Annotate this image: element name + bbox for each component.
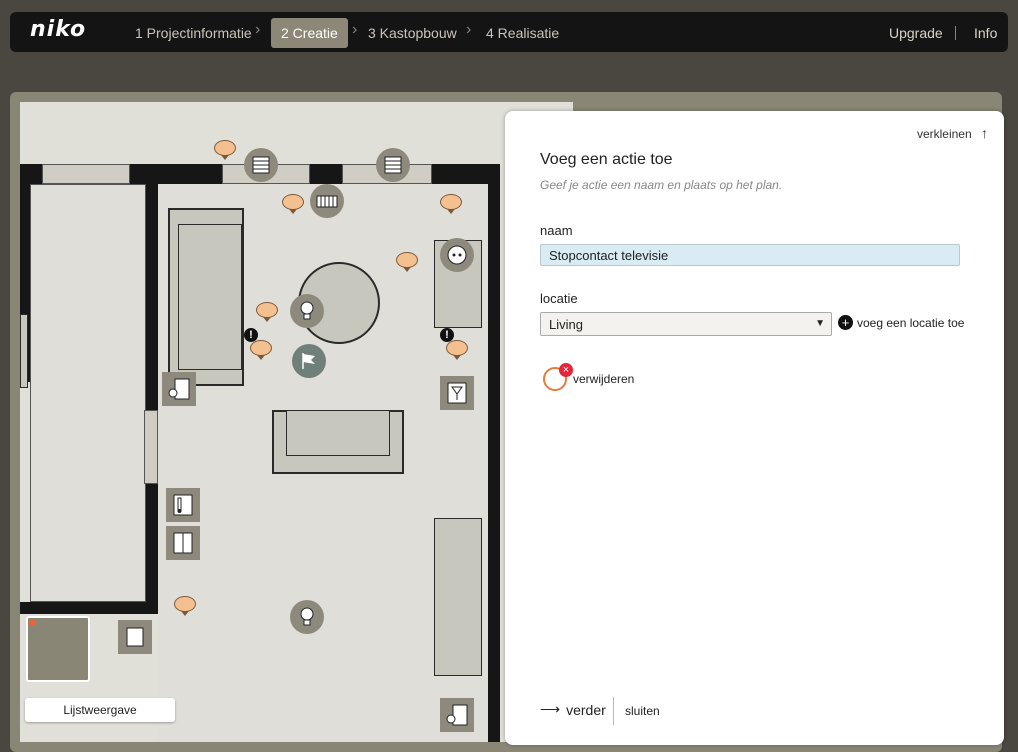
floor-plan[interactable]: ! ! [20, 102, 573, 742]
chevron-right-icon: › [255, 21, 261, 38]
double-switch-icon[interactable] [166, 526, 200, 560]
list-view-button[interactable]: Lijstweergave [25, 698, 175, 722]
add-action-panel: verkleinen ↑ Voeg een actie toe Geef je … [505, 111, 1004, 745]
location-value: Living [549, 317, 583, 332]
door [20, 314, 28, 388]
arrow-up-icon: ↑ [981, 125, 988, 141]
top-navigation-bar: niko 1 Projectinformatie › 2 Creatie › 3… [10, 12, 1008, 52]
panel-subtitle: Geef je actie een naam en plaats op het … [540, 178, 783, 192]
close-icon: × [559, 363, 573, 377]
next-label: verder [566, 701, 606, 718]
comment-bubble-icon[interactable] [396, 252, 418, 272]
sofa-seat [178, 224, 242, 370]
thermostat-icon[interactable] [166, 488, 200, 522]
step-kastopbouw[interactable]: 3 Kastopbouw [358, 18, 467, 48]
minimap-thumbnail[interactable] [26, 616, 90, 682]
info-link[interactable]: Info [974, 18, 997, 48]
location-label: locatie [540, 291, 578, 306]
blinds-icon[interactable] [376, 148, 410, 182]
panel-title: Voeg een actie toe [540, 151, 673, 168]
divider [955, 26, 956, 40]
switch-light-icon[interactable] [440, 698, 474, 732]
next-button[interactable]: ⟶ verder [540, 701, 606, 718]
plus-icon: + [838, 315, 853, 330]
comment-bubble-icon[interactable] [446, 340, 468, 360]
radiator-icon[interactable] [310, 184, 344, 218]
upgrade-link[interactable]: Upgrade [889, 18, 943, 48]
name-label: naam [540, 223, 573, 238]
comment-bubble-icon[interactable] [214, 140, 236, 160]
minimap-marker [30, 620, 36, 626]
divider [613, 697, 614, 725]
left-room [30, 184, 146, 602]
comment-bubble-icon[interactable] [282, 194, 304, 214]
warning-icon[interactable]: ! [244, 328, 258, 342]
location-select[interactable]: Living ▼ [540, 312, 832, 336]
collapse-label: verkleinen [916, 127, 972, 141]
comment-bubble-icon[interactable] [174, 596, 196, 616]
name-input[interactable]: Stopcontact televisie [540, 244, 960, 266]
single-switch-icon[interactable] [118, 620, 152, 654]
niko-logo[interactable]: niko [30, 17, 86, 42]
blinds-icon[interactable] [244, 148, 278, 182]
flag-icon[interactable] [292, 344, 326, 378]
comment-bubble-icon[interactable] [256, 302, 278, 322]
cabinet [434, 518, 482, 676]
remove-icon: × [543, 363, 573, 391]
wall [146, 164, 158, 614]
add-location-label: voeg een locatie toe [857, 315, 965, 330]
light-bulb-icon[interactable] [290, 294, 324, 328]
close-button[interactable]: sluiten [625, 704, 660, 718]
comment-bubble-icon[interactable] [250, 340, 272, 360]
warning-icon[interactable]: ! [440, 328, 454, 342]
chevron-down-icon: ▼ [815, 318, 825, 329]
light-bulb-icon[interactable] [290, 600, 324, 634]
step-projectinformatie[interactable]: 1 Projectinformatie [125, 18, 262, 48]
window [42, 164, 130, 184]
comment-bubble-icon[interactable] [440, 194, 462, 214]
collapse-button[interactable]: verkleinen ↑ [917, 125, 988, 141]
door [144, 410, 158, 484]
add-location-button[interactable]: + voeg een locatie toe [838, 315, 964, 330]
step-realisatie[interactable]: 4 Realisatie [476, 18, 569, 48]
wall [20, 602, 158, 614]
wall [488, 164, 500, 742]
remove-label: verwijderen [573, 372, 635, 386]
step-creatie[interactable]: 2 Creatie [271, 18, 348, 48]
switch-light-icon[interactable] [162, 372, 196, 406]
chevron-right-icon: › [466, 21, 472, 38]
switch-drink-icon[interactable] [440, 376, 474, 410]
socket-icon[interactable] [440, 238, 474, 272]
chevron-right-icon: › [352, 21, 358, 38]
remove-button[interactable]: × verwijderen [543, 363, 635, 391]
coffee-table-top [286, 410, 390, 456]
arrow-right-icon: ⟶ [540, 701, 561, 717]
